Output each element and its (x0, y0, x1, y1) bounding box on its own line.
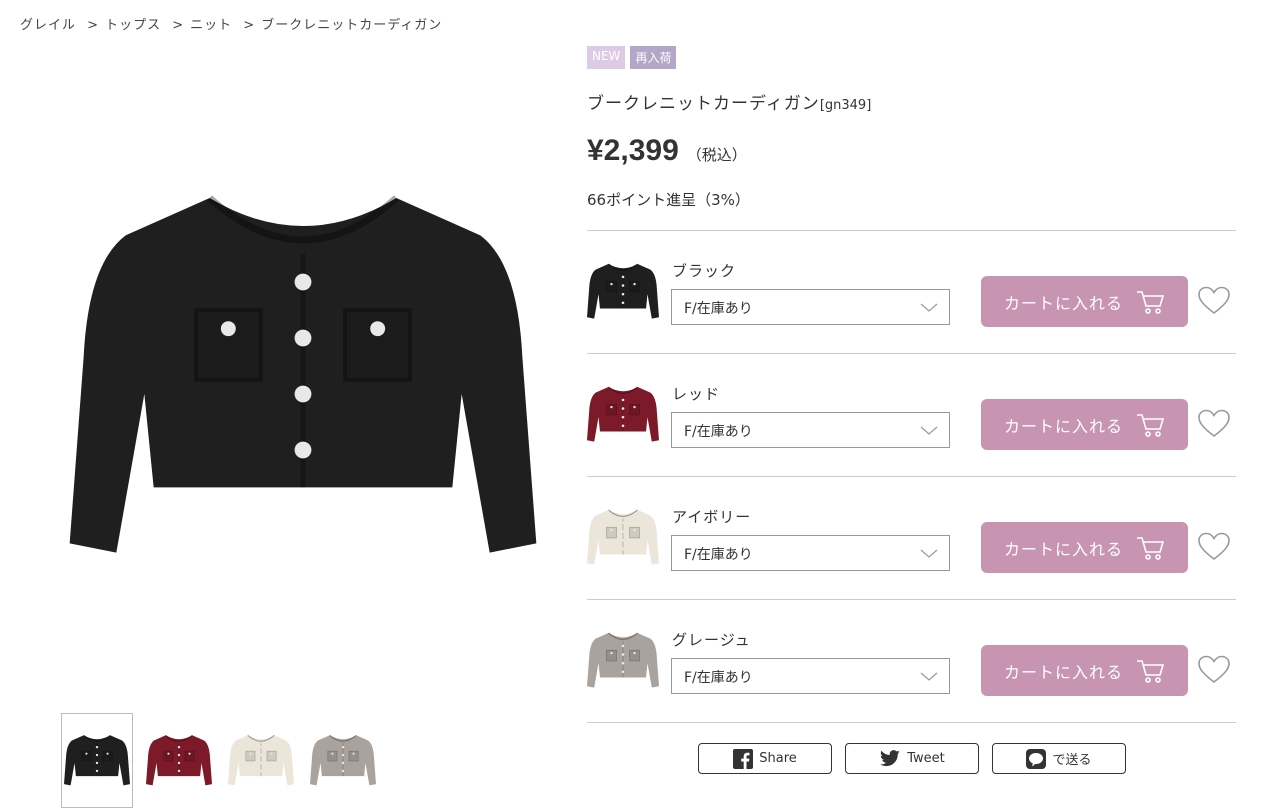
variant-row: ブラック F/在庫あり カートに入れる (587, 230, 1236, 353)
twitter-tweet-button[interactable]: Tweet (845, 743, 979, 774)
breadcrumb: グレイル > トップス > ニット > ブークレニットカーディガン (20, 14, 448, 33)
heart-icon[interactable] (1197, 285, 1231, 317)
chevron-down-icon (920, 303, 938, 312)
variant-image (587, 382, 659, 448)
breadcrumb-separator: > (243, 18, 256, 33)
thumbnail-ivory[interactable] (225, 713, 297, 808)
cardigan-image (58, 140, 548, 610)
cardigan-image (64, 731, 130, 791)
breadcrumb-current: ブークレニットカーディガン (261, 18, 443, 33)
badges: NEW 再入荷 (587, 46, 677, 69)
variant-list: ブラック F/在庫あり カートに入れる レッド F/在庫あり カートに入れる ア… (587, 230, 1236, 723)
chevron-down-icon (920, 672, 938, 681)
heart-icon[interactable] (1197, 531, 1231, 563)
add-to-cart-label: カートに入れる (1003, 539, 1123, 559)
price: ¥2,399 （税込） (587, 134, 747, 168)
variant-image (587, 259, 659, 325)
thumbnail-black[interactable] (61, 713, 133, 808)
thumbnail-red[interactable] (143, 713, 215, 808)
breadcrumb-link-tops[interactable]: トップス (105, 18, 161, 33)
add-to-cart-button[interactable]: カートに入れる (981, 522, 1188, 573)
variant-row: グレージュ F/在庫あり カートに入れる (587, 599, 1236, 723)
breadcrumb-link-knit[interactable]: ニット (190, 18, 232, 33)
cardigan-image (310, 731, 376, 791)
twitter-icon (880, 749, 901, 766)
breadcrumb-separator: > (87, 18, 100, 33)
cardigan-image (146, 731, 212, 791)
variant-row: アイボリー F/在庫あり カートに入れる (587, 476, 1236, 599)
main-product-image[interactable] (58, 140, 548, 610)
new-badge: NEW (587, 46, 626, 69)
size-select-value: F/在庫あり (684, 670, 753, 686)
line-send-label: で送る (1052, 753, 1092, 768)
variant-image (587, 628, 659, 694)
thumbnail-strip (61, 713, 379, 808)
cart-icon (1137, 413, 1165, 437)
tax-note: （税込） (686, 147, 747, 164)
variant-color-label: アイボリー (672, 508, 752, 526)
points-note: 66ポイント進呈（3%） (587, 191, 750, 209)
add-to-cart-button[interactable]: カートに入れる (981, 399, 1188, 450)
breadcrumb-link-greyl[interactable]: グレイル (20, 18, 76, 33)
product-title: ブークレニットカーディガン[gn349] (587, 89, 871, 114)
heart-icon[interactable] (1197, 654, 1231, 686)
price-value: ¥2,399 (587, 134, 679, 167)
restock-badge: 再入荷 (630, 46, 677, 69)
add-to-cart-button[interactable]: カートに入れる (981, 276, 1188, 327)
breadcrumb-separator: > (172, 18, 185, 33)
add-to-cart-button[interactable]: カートに入れる (981, 645, 1188, 696)
twitter-tweet-label: Tweet (907, 751, 945, 766)
size-select[interactable]: F/在庫あり (671, 658, 950, 694)
size-select-value: F/在庫あり (684, 301, 753, 317)
size-select-value: F/在庫あり (684, 547, 753, 563)
chevron-down-icon (920, 549, 938, 558)
cart-icon (1137, 290, 1165, 314)
size-select[interactable]: F/在庫あり (671, 535, 950, 571)
variant-image (587, 505, 659, 571)
cart-icon (1137, 536, 1165, 560)
size-select[interactable]: F/在庫あり (671, 412, 950, 448)
add-to-cart-label: カートに入れる (1003, 662, 1123, 682)
variant-color-label: ブラック (672, 262, 737, 280)
variant-color-label: グレージュ (672, 631, 751, 649)
facebook-share-label: Share (759, 751, 797, 766)
facebook-icon (733, 748, 754, 769)
line-send-button[interactable]: で送る (992, 743, 1126, 774)
share-bar: Share Tweet で送る (698, 743, 1126, 774)
product-code: [gn349] (819, 98, 872, 113)
heart-icon[interactable] (1197, 408, 1231, 440)
facebook-share-button[interactable]: Share (698, 743, 832, 774)
cart-icon (1137, 659, 1165, 683)
cardigan-image (228, 731, 294, 791)
add-to-cart-label: カートに入れる (1003, 293, 1123, 313)
size-select-value: F/在庫あり (684, 424, 753, 440)
chevron-down-icon (920, 426, 938, 435)
add-to-cart-label: カートに入れる (1003, 416, 1123, 436)
thumbnail-greige[interactable] (307, 713, 379, 808)
product-name: ブークレニットカーディガン (587, 94, 820, 114)
variant-row: レッド F/在庫あり カートに入れる (587, 353, 1236, 476)
variant-color-label: レッド (672, 385, 721, 403)
line-icon (1026, 748, 1047, 769)
size-select[interactable]: F/在庫あり (671, 289, 950, 325)
